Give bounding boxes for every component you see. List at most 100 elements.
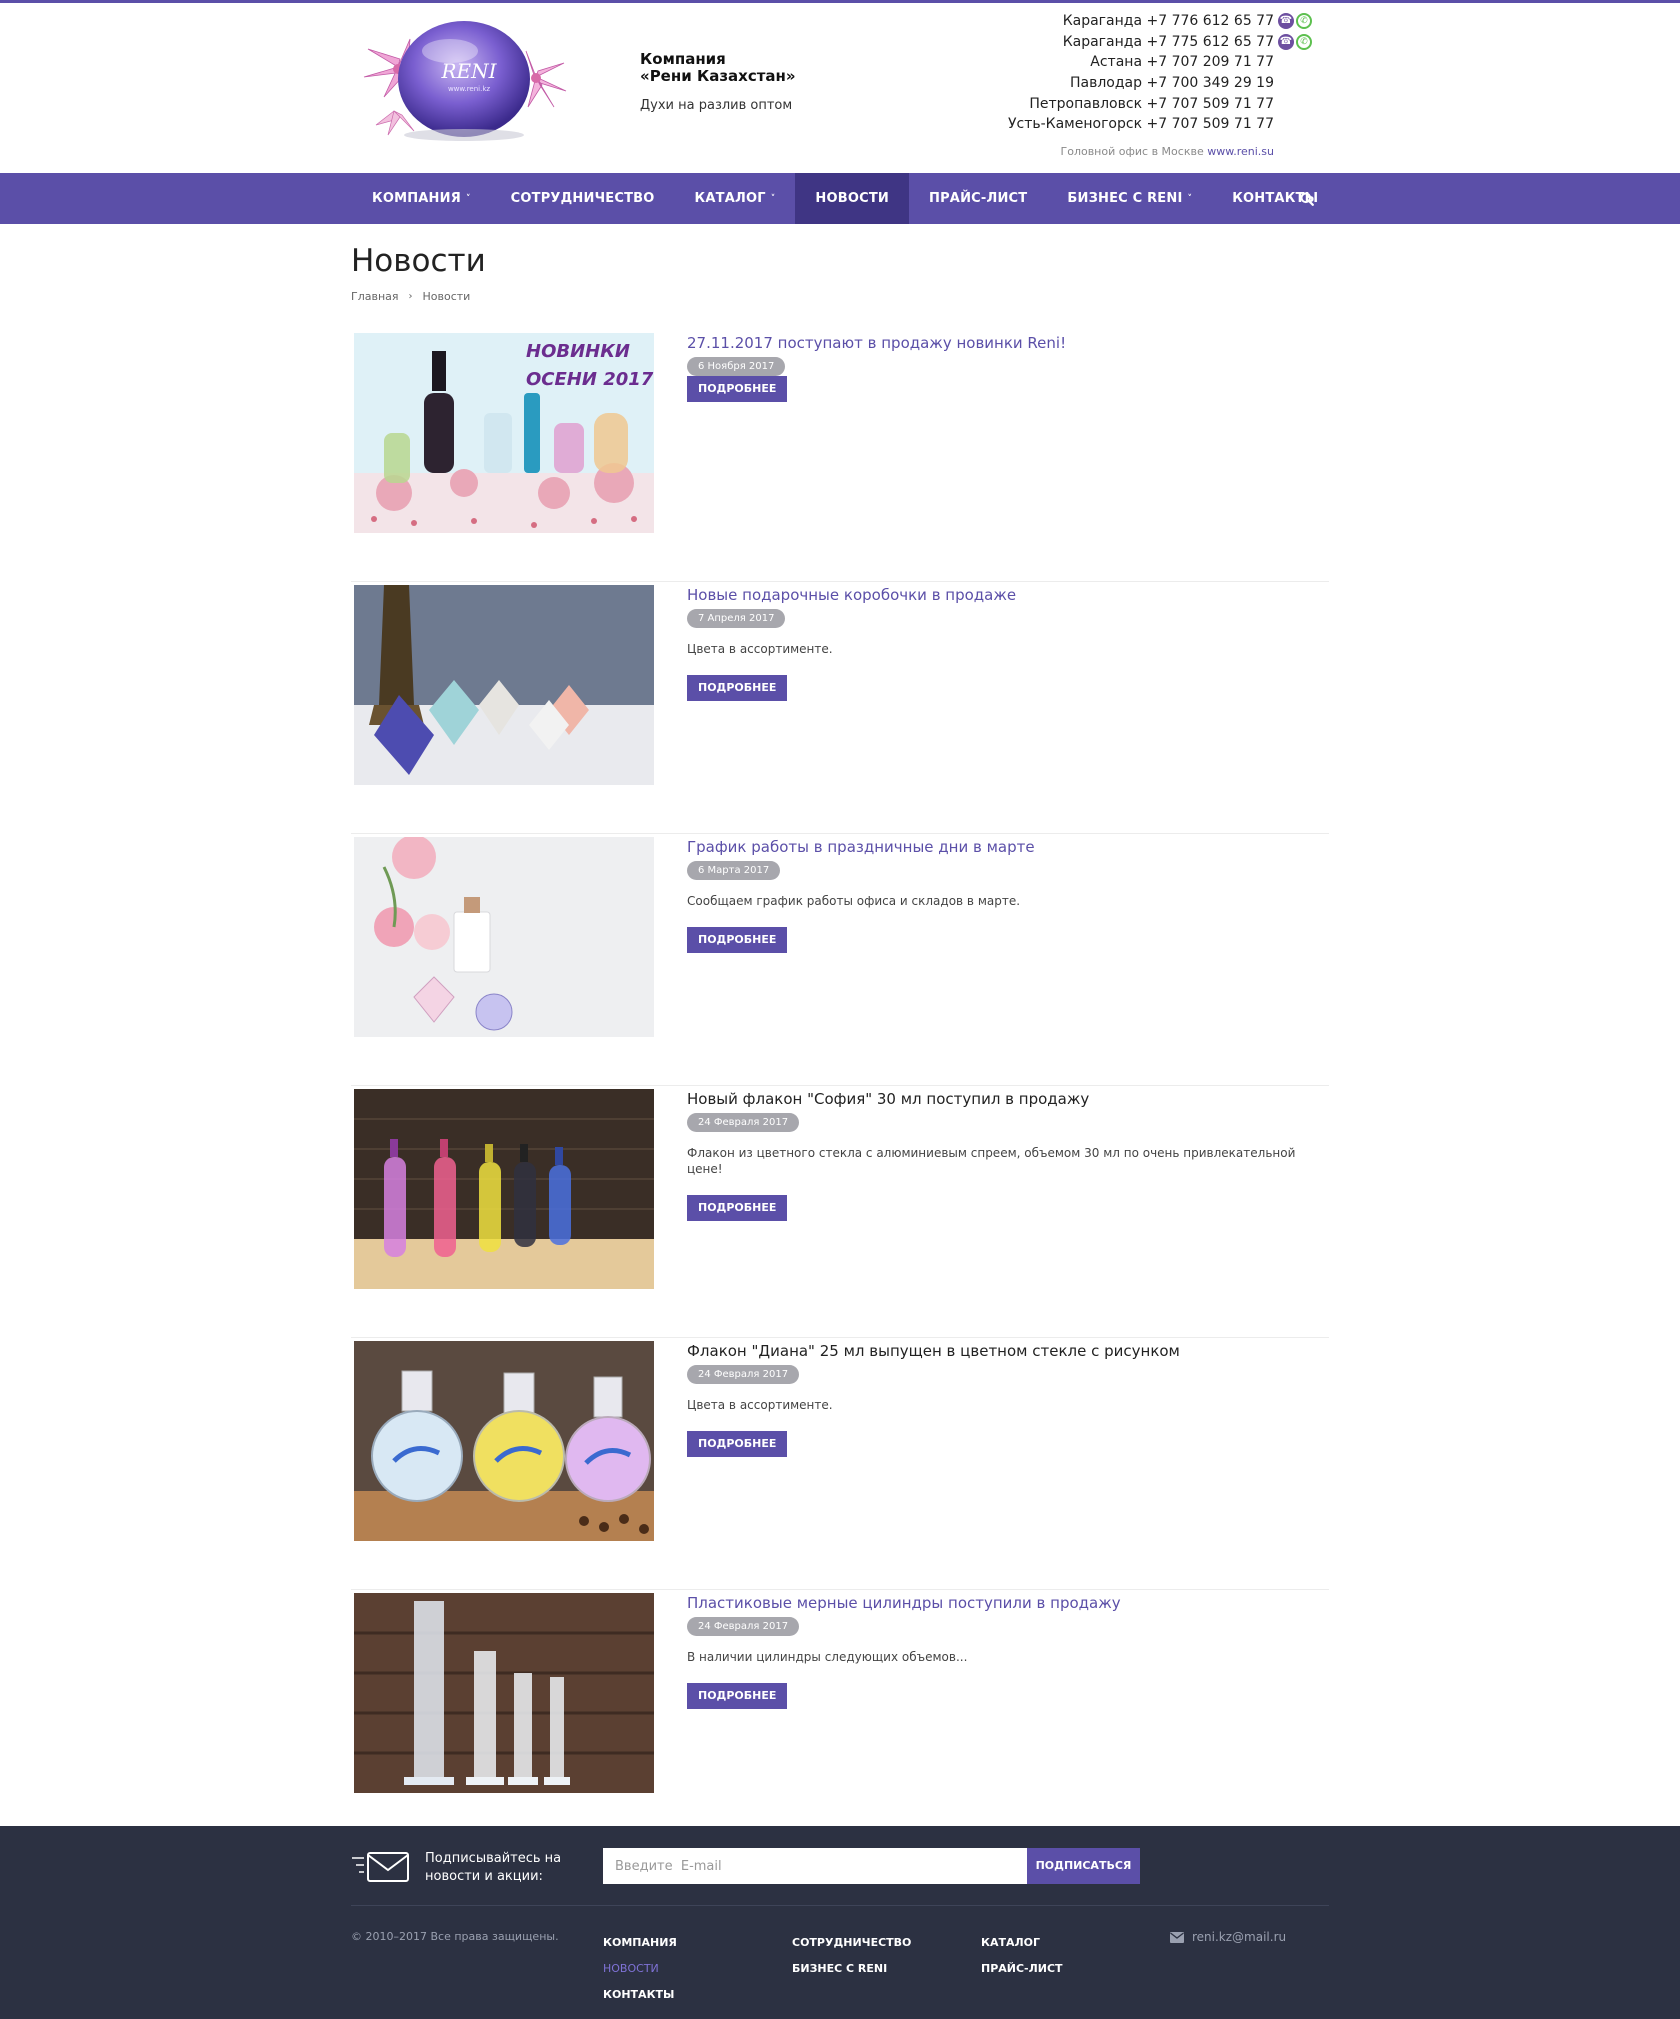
office-note: Головной офис в Москве www.reni.su — [1008, 145, 1275, 158]
envelope-icon — [350, 1848, 410, 1888]
news-title-link[interactable]: Новые подарочные коробочки в продаже — [687, 585, 1327, 605]
phone-row: Павлодар +7 700 349 29 19 — [1008, 73, 1314, 94]
news-date-badge: 6 Марта 2017 — [687, 861, 781, 880]
phone-city: Петропавловск — [1029, 95, 1143, 112]
whatsapp-icon[interactable]: ✆ — [1296, 34, 1312, 51]
footer-link[interactable]: БИЗНЕС С RENI — [792, 1956, 911, 1982]
viber-icon[interactable]: ☎ — [1278, 34, 1294, 51]
copyright: © 2010–2017 Все права защищены. — [351, 1930, 559, 1943]
phone-value[interactable]: +7 776 612 65 77 — [1146, 13, 1274, 29]
footer-link[interactable]: КОНТАКТЫ — [603, 1982, 677, 2008]
chevron-down-icon: ˅ — [1187, 194, 1193, 204]
news-description: Цвета в ассортименте. — [687, 642, 833, 656]
search-icon — [1300, 192, 1314, 206]
news-date-badge: 6 Ноября 2017 — [687, 357, 786, 376]
news-body: График работы в праздничные дни в марте 6… — [687, 837, 1327, 953]
news-image[interactable]: НОВИНКИ ОСЕНИ 2017! — [354, 333, 654, 533]
email-input[interactable] — [603, 1848, 1027, 1884]
nav-item-6[interactable]: БИЗНЕС С RENI ˅ — [1047, 173, 1212, 224]
phone-number[interactable]: Караганда +7 776 612 65 77 — [1063, 11, 1274, 32]
breadcrumb: Главная › Новости — [351, 290, 470, 303]
news-item: Флакон "Диана" 25 мл выпущен в цветном с… — [351, 1338, 1329, 1590]
news-date-badge: 24 Февраля 2017 — [687, 1617, 800, 1636]
read-more-button[interactable]: ПОДРОБНЕЕ — [687, 927, 788, 953]
news-title-link[interactable]: Новый флакон "София" 30 мл поступил в пр… — [687, 1089, 1327, 1109]
read-more-button[interactable]: ПОДРОБНЕЕ — [687, 1683, 788, 1709]
nav-item-7[interactable]: КОНТАКТЫ — [1212, 173, 1338, 224]
news-body: Флакон "Диана" 25 мл выпущен в цветном с… — [687, 1341, 1327, 1457]
phone-value[interactable]: +7 775 612 65 77 — [1146, 34, 1274, 50]
footer-link[interactable]: СОТРУДНИЧЕСТВО — [792, 1930, 911, 1956]
news-image[interactable] — [354, 1089, 654, 1289]
phone-value[interactable]: +7 707 509 71 77 — [1146, 116, 1274, 132]
news-description: Сообщаем график работы офиса и складов в… — [687, 894, 1021, 908]
footer-link[interactable]: КОМПАНИЯ — [603, 1930, 677, 1956]
phone-value[interactable]: +7 700 349 29 19 — [1146, 75, 1274, 91]
news-date-badge: 7 Апреля 2017 — [687, 609, 786, 628]
page-title: Новости — [351, 243, 486, 279]
news-item: Новые подарочные коробочки в продаже 7 Ап… — [351, 582, 1329, 834]
nav-item-1[interactable]: КОМПАНИЯ ˅ — [352, 173, 491, 224]
company-tagline: Духи на разлив оптом — [640, 98, 793, 113]
phone-number[interactable]: Караганда +7 775 612 65 77 — [1063, 32, 1274, 53]
footer-link[interactable]: КАТАЛОГ — [981, 1930, 1063, 1956]
whatsapp-icon[interactable]: ✆ — [1296, 13, 1312, 30]
company-name-line2: «Рени Казахстан» — [640, 67, 796, 85]
breadcrumb-separator-icon: › — [408, 291, 413, 302]
news-image[interactable] — [354, 837, 654, 1037]
news-body: Пластиковые мерные цилиндры поступили в … — [687, 1593, 1327, 1709]
read-more-button[interactable]: ПОДРОБНЕЕ — [687, 1431, 788, 1457]
read-more-button[interactable]: ПОДРОБНЕЕ — [687, 376, 788, 402]
phone-row: Караганда +7 775 612 65 77 ☎ ✆ — [1008, 32, 1314, 53]
phone-number[interactable]: Усть-Каменогорск +7 707 509 71 77 — [1008, 114, 1274, 135]
search-button[interactable] — [1295, 173, 1319, 224]
company-name: Компания «Рени Казахстан» — [640, 51, 840, 85]
site-header: RENI www.reni.kz Компания «Рени Казахста… — [0, 3, 1680, 173]
footer-link[interactable]: НОВОСТИ — [603, 1956, 677, 1982]
news-title-link[interactable]: Флакон "Диана" 25 мл выпущен в цветном с… — [687, 1341, 1327, 1361]
news-item: Пластиковые мерные цилиндры поступили в … — [351, 1590, 1329, 1842]
nav-item-2[interactable]: СОТРУДНИЧЕСТВО — [491, 173, 675, 224]
phone-city: Павлодар — [1070, 75, 1143, 92]
phone-row: Петропавловск +7 707 509 71 77 — [1008, 94, 1314, 115]
news-image[interactable] — [354, 585, 654, 785]
subscribe-button[interactable]: ПОДПИСАТЬСЯ — [1027, 1848, 1140, 1884]
news-description: Цвета в ассортименте. — [687, 1398, 833, 1412]
footer-link[interactable]: ПРАЙС-ЛИСТ — [981, 1956, 1063, 1982]
news-image[interactable] — [354, 1593, 654, 1793]
read-more-button[interactable]: ПОДРОБНЕЕ — [687, 675, 788, 701]
phone-number[interactable]: Астана +7 707 209 71 77 — [1090, 52, 1274, 73]
subscribe-text: Подписывайтесь на новости и акции: — [425, 1851, 562, 1884]
nav-item-label: СОТРУДНИЧЕСТВО — [510, 191, 655, 206]
footer-email[interactable]: reni.kz@mail.ru — [1170, 1930, 1286, 1944]
site-footer: Подписывайтесь на новости и акции: ПОДПИ… — [0, 1826, 1680, 2019]
nav-item-5[interactable]: ПРАЙС-ЛИСТ — [909, 173, 1047, 224]
viber-icon[interactable]: ☎ — [1278, 13, 1294, 30]
phone-row: Караганда +7 776 612 65 77 ☎ ✆ — [1008, 11, 1314, 32]
nav-item-3[interactable]: КАТАЛОГ ˅ — [675, 173, 796, 224]
phone-value[interactable]: +7 707 509 71 77 — [1146, 96, 1274, 112]
nav-item-4[interactable]: НОВОСТИ — [795, 173, 909, 224]
phone-number[interactable]: Павлодар +7 700 349 29 19 — [1070, 73, 1274, 94]
phone-city: Астана — [1090, 54, 1143, 71]
news-image[interactable] — [354, 1341, 654, 1541]
footer-link-column: СОТРУДНИЧЕСТВО БИЗНЕС С RENI — [792, 1930, 911, 1982]
breadcrumb-home[interactable]: Главная — [351, 290, 399, 303]
read-more-button[interactable]: ПОДРОБНЕЕ — [687, 1195, 788, 1221]
nav-item-label: НОВОСТИ — [815, 191, 889, 206]
phone-city: Усть-Каменогорск — [1007, 116, 1143, 133]
company-block: Компания «Рени Казахстан» Духи на разлив… — [640, 51, 840, 114]
news-title-link[interactable]: 27.11.2017 поступают в продажу новинки R… — [687, 333, 1327, 353]
logo-url: www.reni.kz — [447, 85, 491, 93]
news-title-link[interactable]: Пластиковые мерные цилиндры поступили в … — [687, 1593, 1327, 1613]
footer-link-column: КАТАЛОГ ПРАЙС-ЛИСТ — [981, 1930, 1063, 1982]
phone-number[interactable]: Петропавловск +7 707 509 71 77 — [1029, 94, 1274, 115]
news-item: График работы в праздничные дни в марте 6… — [351, 834, 1329, 1086]
main-nav: КОМПАНИЯ ˅ СОТРУДНИЧЕСТВО КАТАЛОГ ˅ НОВОСТИ ПР… — [0, 173, 1680, 224]
office-link[interactable]: www.reni.su — [1207, 145, 1274, 158]
news-date-badge: 24 Февраля 2017 — [687, 1365, 800, 1384]
site-logo[interactable]: RENI www.reni.kz — [358, 15, 568, 149]
news-title-link[interactable]: График работы в праздничные дни в марте — [687, 837, 1327, 857]
mail-icon — [1170, 1931, 1184, 1943]
phone-value[interactable]: +7 707 209 71 77 — [1146, 54, 1274, 70]
